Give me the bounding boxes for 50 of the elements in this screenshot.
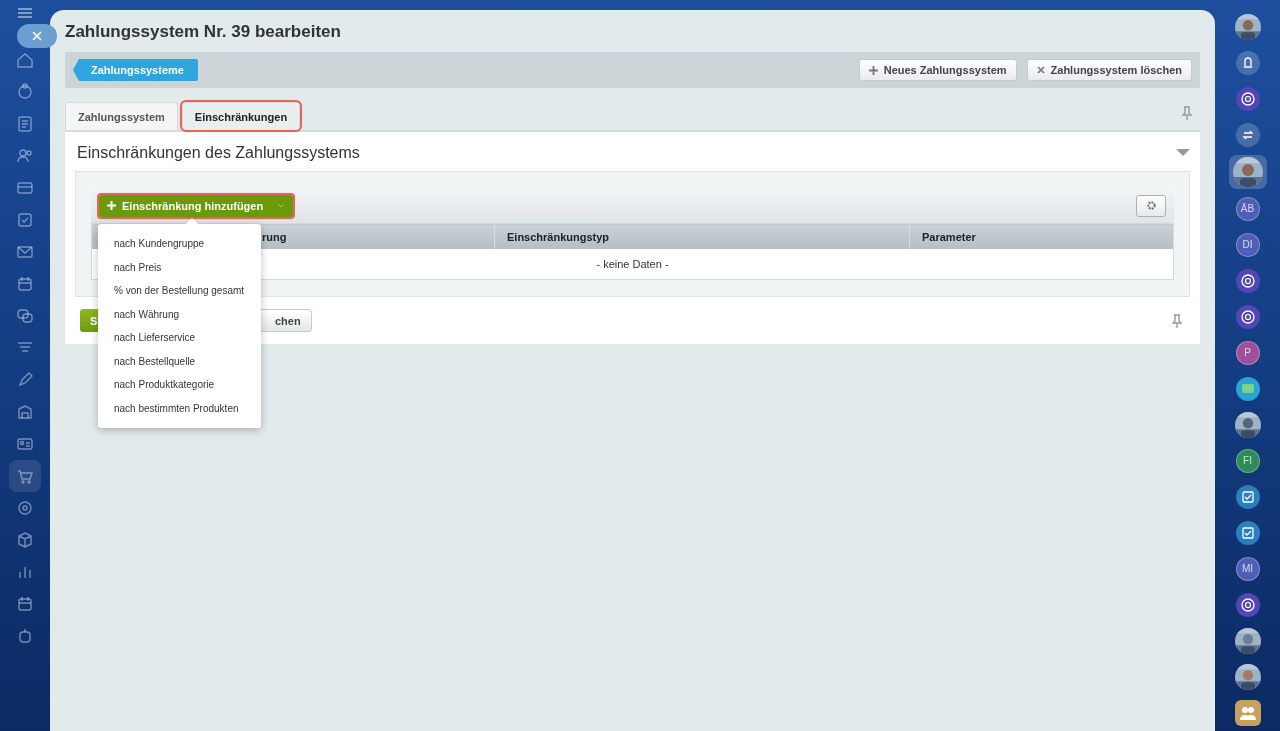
- menu-item[interactable]: nach Preis: [98, 255, 261, 279]
- close-icon: [1036, 66, 1045, 74]
- delete-button[interactable]: Zahlungssystem löschen: [1026, 59, 1192, 81]
- group-icon[interactable]: [1234, 699, 1261, 726]
- column-header: Parameter: [909, 223, 1174, 249]
- checkbox-icon[interactable]: [15, 210, 35, 230]
- cancel-button[interactable]: chen: [258, 309, 312, 332]
- settings-button[interactable]: [1136, 194, 1166, 217]
- store-icon[interactable]: [15, 402, 35, 422]
- avatar-initials[interactable]: DI: [1235, 232, 1260, 257]
- swirl-icon[interactable]: [1234, 267, 1261, 294]
- swirl-icon[interactable]: [1234, 591, 1261, 618]
- target-icon[interactable]: [15, 498, 35, 518]
- exchange-icon[interactable]: [1234, 122, 1261, 148]
- task-icon[interactable]: [1234, 483, 1261, 510]
- close-icon: [32, 31, 42, 41]
- tab[interactable]: Einschränkungen: [181, 102, 301, 130]
- home-icon[interactable]: [15, 50, 35, 70]
- bell-icon[interactable]: [1234, 50, 1261, 76]
- document-icon[interactable]: [15, 114, 35, 134]
- page-title: Zahlungssystem Nr. 39 bearbeiten: [65, 22, 342, 42]
- menu-item[interactable]: nach Produktkategorie: [98, 373, 261, 397]
- plus-icon: [868, 65, 878, 75]
- section-title: Einschränkungen des Zahlungssystems: [77, 144, 360, 162]
- menu-icon[interactable]: [18, 8, 32, 18]
- pin-icon[interactable]: [1172, 314, 1182, 328]
- plus-icon: [107, 201, 116, 210]
- calendar-icon[interactable]: [15, 274, 35, 294]
- swirl-icon[interactable]: [1234, 303, 1261, 330]
- caret-icon: [277, 203, 286, 208]
- gear-icon: [1145, 200, 1157, 211]
- menu-item[interactable]: nach bestimmten Produkten: [98, 396, 261, 420]
- column-header: Einschränkungstyp: [494, 223, 910, 249]
- menu-item[interactable]: % von der Bestellung gesamt: [98, 279, 261, 303]
- chat-icon[interactable]: [15, 306, 35, 326]
- collapse-arrow-icon[interactable]: [1176, 149, 1190, 157]
- add-button[interactable]: Neues Zahlungssystem: [858, 59, 1017, 81]
- avatar-initials[interactable]: MI: [1235, 556, 1260, 581]
- avatar-initials[interactable]: P: [1235, 340, 1260, 365]
- task-icon[interactable]: [1234, 519, 1261, 546]
- empty-message: - keine Daten -: [596, 258, 669, 270]
- tab[interactable]: Zahlungssystem: [65, 102, 178, 130]
- calendar-icon[interactable]: [15, 594, 35, 614]
- menu-item[interactable]: nach Bestellquelle: [98, 349, 261, 373]
- close-button[interactable]: [17, 24, 57, 48]
- box-icon[interactable]: [15, 530, 35, 550]
- pin-icon[interactable]: [1182, 106, 1192, 120]
- swirl-icon[interactable]: [1234, 86, 1261, 112]
- avatar-initials[interactable]: ÄB: [1235, 196, 1260, 221]
- chat-icon[interactable]: [1234, 375, 1261, 402]
